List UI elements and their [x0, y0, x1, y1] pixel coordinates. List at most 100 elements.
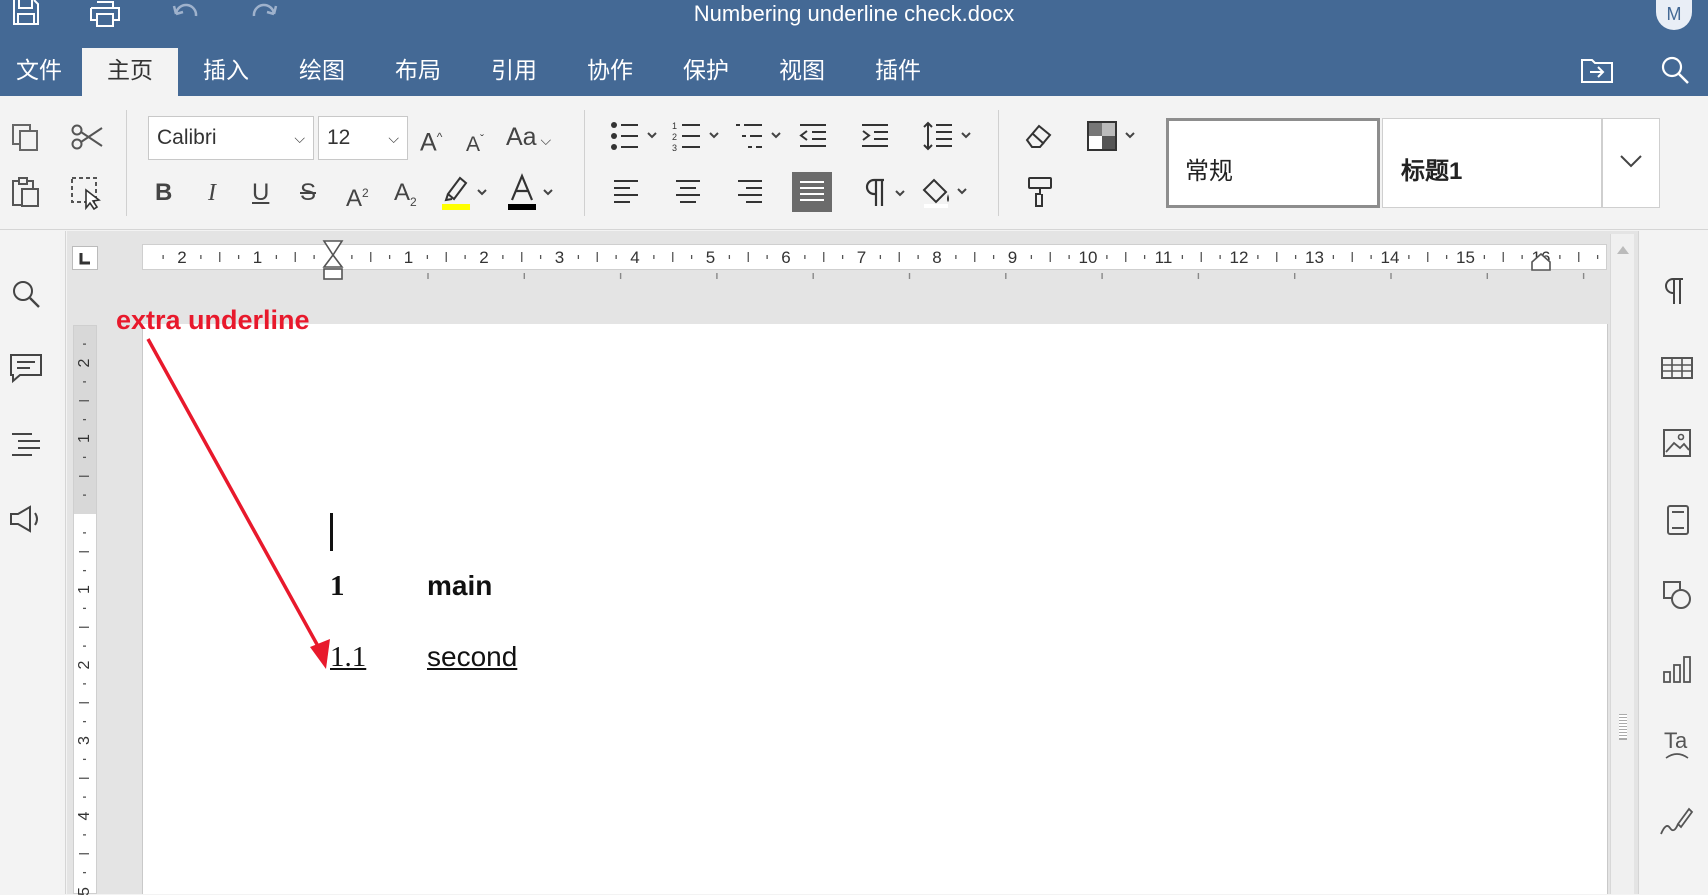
- underline-button[interactable]: U: [252, 178, 269, 208]
- toolbar-separator: [584, 110, 585, 216]
- annotation-label: extra underline: [116, 305, 310, 335]
- scroll-up-icon[interactable]: [1612, 240, 1634, 260]
- ruler-label: 2: [479, 248, 488, 267]
- align-center-icon[interactable]: [674, 178, 702, 212]
- open-location-icon[interactable]: [1580, 56, 1614, 89]
- save-icon[interactable]: [10, 0, 42, 33]
- paragraph-marks-button[interactable]: [862, 176, 908, 218]
- ruler-label: 5: [706, 248, 715, 267]
- heading-text-second: second: [427, 641, 518, 672]
- shading-button[interactable]: [920, 174, 970, 218]
- clear-style-icon[interactable]: [1024, 122, 1054, 158]
- ruler-label: 10: [1079, 248, 1098, 267]
- toolbar-separator: [998, 110, 999, 216]
- line-spacing-icon[interactable]: [922, 120, 972, 160]
- left-sidebar: [0, 231, 66, 894]
- tab-layout[interactable]: 布局: [370, 48, 466, 96]
- svg-text:1: 1: [672, 121, 677, 131]
- shape-settings-icon[interactable]: [1662, 580, 1692, 615]
- paragraph-settings-icon[interactable]: [1664, 276, 1688, 311]
- paste-icon[interactable]: [10, 176, 42, 216]
- tab-view[interactable]: 视图: [754, 48, 850, 96]
- increase-indent-icon[interactable]: [860, 122, 890, 158]
- scroll-thumb[interactable]: [1619, 714, 1627, 740]
- superscript-button[interactable]: A2: [346, 178, 369, 214]
- ruler-label: 8: [932, 248, 941, 267]
- tab-file[interactable]: 文件: [0, 48, 78, 96]
- chevron-down-icon: ⌵: [388, 130, 399, 146]
- feedback-icon[interactable]: [8, 504, 42, 539]
- ruler-label: 11: [1155, 248, 1173, 267]
- signature-icon[interactable]: [1658, 804, 1694, 845]
- grow-font-button[interactable]: A^: [420, 122, 442, 157]
- tab-stop-selector[interactable]: [72, 246, 98, 270]
- shrink-font-button[interactable]: Aˇ: [466, 124, 484, 160]
- undo-icon[interactable]: [170, 0, 202, 31]
- style-normal[interactable]: 常规: [1166, 118, 1380, 208]
- strikethrough-button[interactable]: S: [300, 178, 316, 208]
- tab-collaboration[interactable]: 协作: [562, 48, 658, 96]
- ruler-tab-marks: [142, 270, 1608, 282]
- vertical-ruler[interactable]: 2112345: [73, 325, 97, 895]
- heading-text-main: main: [427, 570, 493, 601]
- subscript-label: A: [394, 179, 411, 206]
- bold-button[interactable]: B: [155, 178, 172, 208]
- ruler-label: 7: [857, 248, 866, 267]
- change-case-label: Aa: [506, 123, 537, 151]
- right-sidebar: [1638, 231, 1708, 894]
- tab-insert[interactable]: 插入: [178, 48, 274, 96]
- font-color-button[interactable]: [506, 172, 558, 220]
- italic-button[interactable]: I: [208, 178, 216, 208]
- shrink-font-label: A: [466, 133, 481, 156]
- document-page[interactable]: [142, 324, 1608, 894]
- style-normal-label: 常规: [1185, 157, 1233, 185]
- ruler-label: 6: [781, 248, 790, 267]
- chart-settings-icon[interactable]: [1662, 654, 1692, 689]
- tab-references[interactable]: 引用: [466, 48, 562, 96]
- numbered-list-icon[interactable]: 123: [672, 120, 722, 160]
- ruler-label: 12: [1230, 248, 1249, 267]
- search-icon[interactable]: [1660, 55, 1690, 90]
- align-left-icon[interactable]: [612, 178, 640, 212]
- comment-icon[interactable]: [8, 352, 44, 389]
- decrease-indent-icon[interactable]: [798, 122, 828, 158]
- align-right-icon[interactable]: [736, 178, 764, 212]
- vertical-scrollbar[interactable]: [1610, 234, 1634, 894]
- select-all-icon[interactable]: [70, 176, 104, 218]
- copy-style-icon[interactable]: [1026, 176, 1054, 216]
- bullet-list-icon[interactable]: [610, 120, 660, 160]
- text-art-icon[interactable]: Ta: [1662, 728, 1692, 769]
- horizontal-ruler[interactable]: 2112345678910111213141516: [142, 244, 1607, 270]
- justify-button[interactable]: [792, 172, 832, 212]
- tab-home[interactable]: 主页: [82, 48, 178, 96]
- annotation-arrow: [146, 338, 330, 669]
- ruler-label: 2: [76, 660, 93, 669]
- style-heading-1[interactable]: 标题1: [1382, 118, 1602, 208]
- color-scheme-button[interactable]: [1086, 120, 1138, 160]
- change-case-button[interactable]: Aa ⌵: [506, 122, 551, 155]
- ruler-label: 2: [76, 358, 93, 367]
- tab-protection[interactable]: 保护: [658, 48, 754, 96]
- highlight-color-button[interactable]: [440, 172, 492, 220]
- font-name-select[interactable]: Calibri ⌵: [148, 116, 314, 160]
- svg-text:2: 2: [672, 132, 677, 142]
- font-name-value: Calibri: [157, 126, 217, 149]
- font-size-select[interactable]: 12 ⌵: [318, 116, 408, 160]
- redo-icon[interactable]: [248, 0, 280, 31]
- tab-plugins[interactable]: 插件: [850, 48, 946, 96]
- ruler-label: 1: [76, 585, 93, 594]
- cut-icon[interactable]: [70, 122, 104, 160]
- print-icon[interactable]: [88, 0, 122, 33]
- navigation-icon[interactable]: [10, 430, 42, 463]
- table-settings-icon[interactable]: [1660, 356, 1694, 385]
- subscript-button[interactable]: A2: [394, 178, 417, 217]
- tab-draw[interactable]: 绘图: [274, 48, 370, 96]
- search-icon[interactable]: [10, 278, 42, 315]
- header-footer-icon[interactable]: [1666, 504, 1690, 541]
- ruler-label: 1: [253, 248, 262, 267]
- style-gallery-expand[interactable]: [1602, 118, 1660, 208]
- multilevel-list-icon[interactable]: [734, 120, 784, 160]
- copy-icon[interactable]: [10, 122, 42, 160]
- svg-text:Ta: Ta: [1664, 728, 1688, 753]
- image-settings-icon[interactable]: [1662, 428, 1692, 463]
